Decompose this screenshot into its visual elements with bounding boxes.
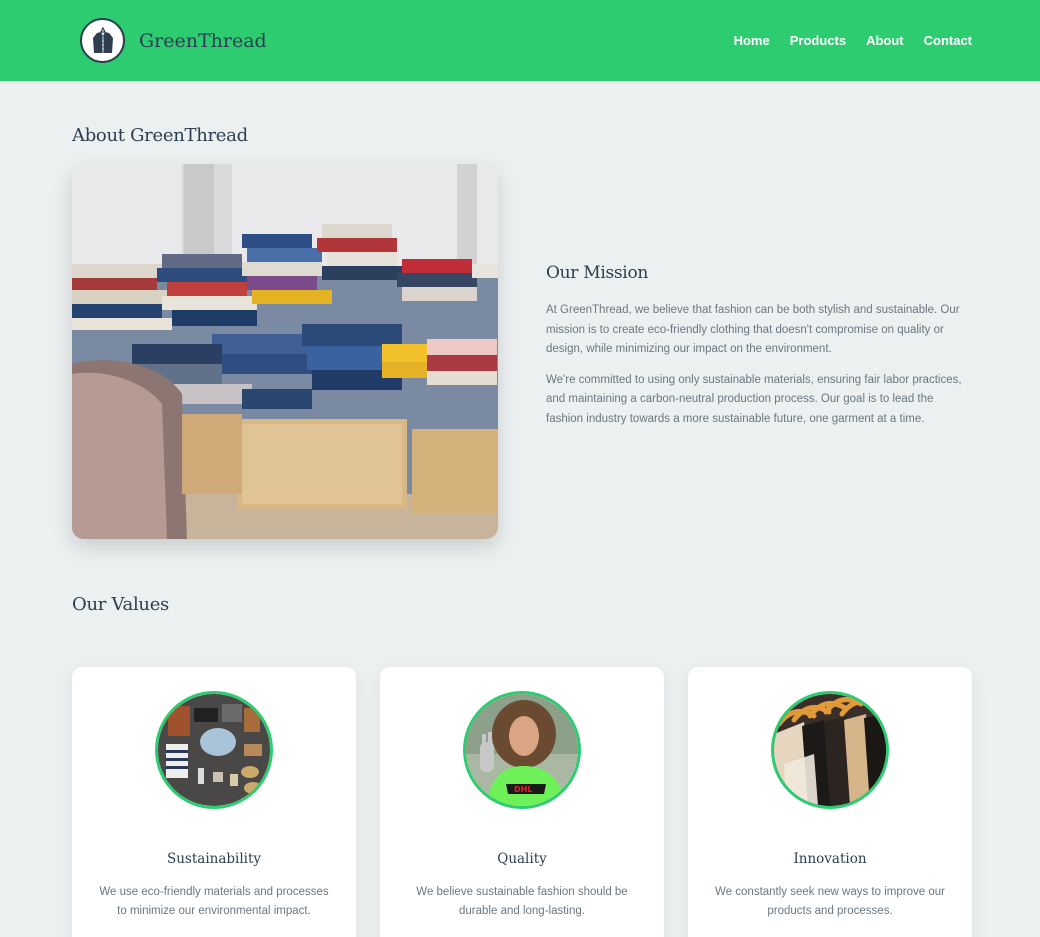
main-content: About GreenThread Our Mission At GreenTh…	[0, 125, 1040, 937]
nav-home-link[interactable]: Home	[734, 33, 770, 48]
value-title: Innovation	[793, 851, 867, 867]
hangers-rack-photo	[771, 691, 889, 809]
site-header: GreenThread Home Products About Contact	[0, 0, 1040, 81]
values-title: Our Values	[72, 594, 169, 615]
nav-about-link[interactable]: About	[866, 33, 904, 48]
nav-contact-link[interactable]: Contact	[924, 33, 972, 48]
main-nav: Home Products About Contact	[734, 33, 972, 48]
about-section: Our Mission At GreenThread, we believe t…	[72, 164, 972, 539]
value-description: We use eco-friendly materials and proces…	[99, 886, 329, 917]
mission-paragraph: We're committed to using only sustainabl…	[546, 373, 962, 425]
value-card-quality: DHL Quality We believe sustainable fashi…	[380, 667, 664, 937]
svg-text:DHL: DHL	[514, 785, 532, 794]
mission-paragraph: At GreenThread, we believe that fashion …	[546, 304, 960, 355]
brand-link[interactable]: GreenThread	[80, 18, 267, 63]
value-title: Sustainability	[166, 851, 262, 867]
values-cards: Sustainability We use eco-friendly mater…	[72, 667, 972, 937]
jacket-logo-icon	[80, 18, 125, 63]
mission-block: Our Mission At GreenThread, we believe t…	[546, 263, 972, 440]
nav-products-link[interactable]: Products	[790, 33, 846, 48]
value-title: Quality	[497, 851, 547, 867]
mission-title: Our Mission	[546, 263, 649, 283]
clothing-piles-photo	[72, 164, 498, 539]
value-card-sustainability: Sustainability We use eco-friendly mater…	[72, 667, 356, 937]
value-card-innovation: Innovation We constantly seek new ways t…	[688, 667, 972, 937]
brand-name: GreenThread	[139, 29, 267, 52]
value-description: We believe sustainable fashion should be…	[416, 886, 628, 917]
flatlay-outfit-photo	[155, 691, 273, 809]
about-title: About GreenThread	[72, 125, 248, 146]
value-description: We constantly seek new ways to improve o…	[715, 886, 945, 917]
woman-portrait-photo: DHL	[463, 691, 581, 809]
